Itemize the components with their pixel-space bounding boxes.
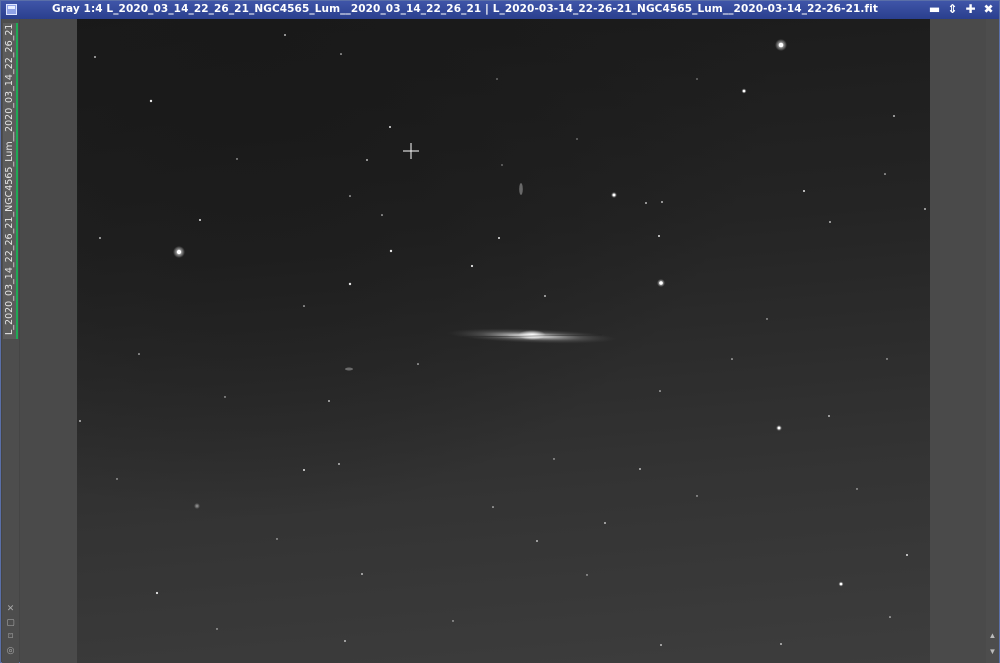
view-identifier-label: L_2020_03_14_22_26_21_NGC4565_Lum__2020_… — [4, 23, 15, 335]
scroll-down-arrow-icon[interactable]: ▼ — [988, 647, 997, 656]
maximize-button[interactable]: ✚ — [964, 2, 977, 17]
tool-close-icon[interactable]: ✕ — [5, 604, 16, 615]
image-window: Gray 1:4 L_2020_03_14_22_26_21_NGC4565_L… — [0, 0, 1000, 663]
galaxy-ngc4565 — [447, 328, 617, 344]
astro-image[interactable] — [77, 19, 930, 663]
right-scrollbar[interactable]: ▲ ▼ — [986, 19, 999, 663]
tool-mask-icon[interactable]: ⌑ — [5, 632, 16, 643]
close-button[interactable]: ✖ — [982, 2, 995, 17]
title-bar[interactable]: Gray 1:4 L_2020_03_14_22_26_21_NGC4565_L… — [1, 1, 999, 19]
view-identifier-tab[interactable]: L_2020_03_14_22_26_21_NGC4565_Lum__2020_… — [3, 23, 18, 339]
scroll-up-arrow-icon[interactable]: ▲ — [988, 631, 997, 640]
bright-stars — [173, 39, 844, 587]
tool-fit-icon[interactable]: ▢ — [5, 618, 16, 629]
tool-target-icon[interactable]: ◎ — [5, 646, 16, 657]
shade-button[interactable]: ⇕ — [946, 2, 959, 17]
image-viewport[interactable] — [20, 19, 998, 663]
cursor-crosshair-icon — [403, 143, 419, 159]
left-tab-strip: L_2020_03_14_22_26_21_NGC4565_Lum__2020_… — [2, 19, 19, 663]
minimize-button[interactable]: ▬ — [928, 2, 941, 17]
window-title: Gray 1:4 L_2020_03_14_22_26_21_NGC4565_L… — [51, 3, 878, 15]
window-controls: ▬ ⇕ ✚ ✖ — [928, 2, 995, 17]
left-tools: ✕ ▢ ⌑ ◎ — [5, 604, 16, 657]
star-field — [79, 34, 926, 646]
faint-galaxies — [345, 183, 523, 371]
